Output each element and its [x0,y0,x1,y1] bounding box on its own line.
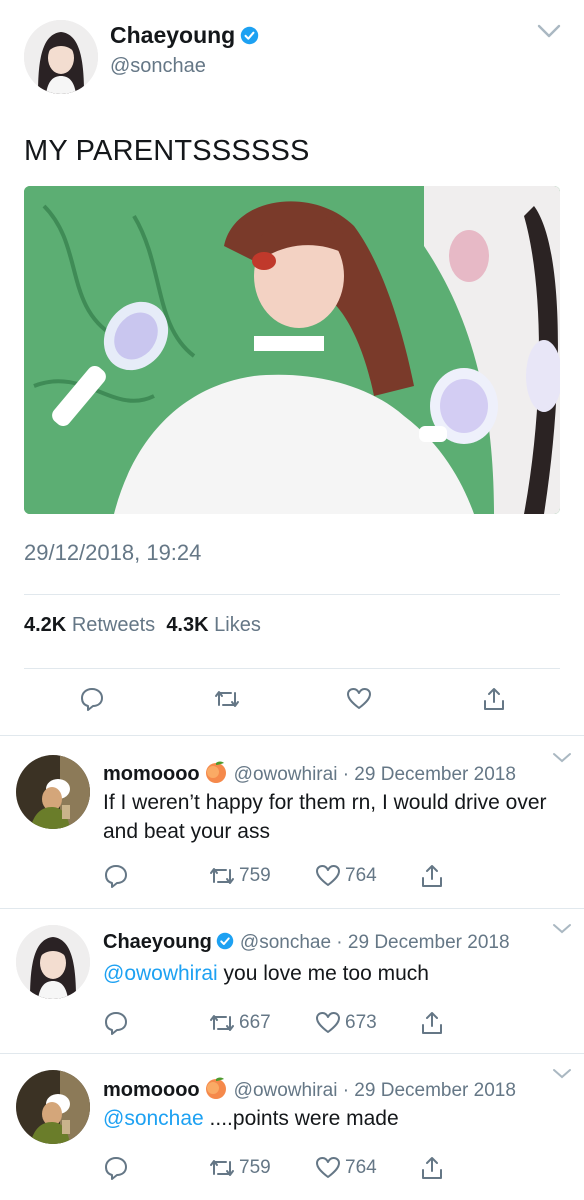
retweet-button[interactable]: 667 [209,1009,271,1037]
mention-link[interactable]: @sonchae [103,1107,204,1130]
like-button[interactable]: 764 [315,1154,377,1182]
like-heart-icon[interactable] [346,686,372,712]
chevron-down-icon[interactable] [552,752,572,764]
share-icon[interactable] [419,1155,445,1181]
chevron-down-icon[interactable] [552,923,572,935]
reply-actions: 759 764 [103,862,563,890]
share-icon[interactable] [419,1010,445,1036]
reply-button[interactable] [103,1154,129,1182]
peach-emoji-icon [205,761,226,783]
retweets-count[interactable]: 4.2K [24,614,66,636]
like-button[interactable]: 673 [315,1009,377,1037]
reply-text: @owowhirai you love me too much [103,959,563,988]
tweet-actions [0,686,584,720]
tweet-text: MY PARENTSSSSSS [24,135,310,167]
reply-icon[interactable] [103,863,129,889]
retweet-icon[interactable] [209,1010,235,1036]
reply-author-name[interactable]: Chaeyoung [103,931,212,953]
reply-icon[interactable] [103,1155,129,1181]
mention-link[interactable]: @owowhirai [103,962,218,985]
verified-badge-icon [241,26,259,45]
likes-label[interactable]: Likes [214,614,261,636]
like-heart-icon[interactable] [315,1010,341,1036]
retweet-button[interactable]: 759 [209,1154,271,1182]
reply-header: momoooo @owowhirai · 29 December 2018 [103,1076,516,1102]
author-name[interactable]: Chaeyoung [110,22,259,49]
retweet-icon[interactable] [214,686,240,712]
reply-tweet[interactable]: Chaeyoung @sonchae · 29 December 2018 @ow… [0,909,584,1053]
reply-button[interactable] [103,862,129,890]
tweet-media-image[interactable] [24,186,560,514]
likes-count[interactable]: 4.3K [166,614,208,636]
share-icon[interactable] [419,863,445,889]
retweet-count: 667 [239,1012,271,1033]
retweet-button[interactable]: 759 [209,862,271,890]
tweet-stats: 4.2K Retweets 4.3K Likes [24,614,261,637]
retweet-icon[interactable] [209,863,235,889]
avatar[interactable] [16,1070,90,1144]
like-heart-icon[interactable] [315,1155,341,1181]
divider [24,668,560,669]
reply-actions: 759 764 [103,1154,563,1182]
chevron-down-icon[interactable] [552,1068,572,1080]
author-name-text[interactable]: Chaeyoung [110,22,235,48]
reply-header: momoooo @owowhirai · 29 December 2018 [103,760,516,786]
like-count: 764 [345,1157,377,1178]
retweet-icon[interactable] [209,1155,235,1181]
reply-icon[interactable] [103,1010,129,1036]
retweet-count: 759 [239,1157,271,1178]
verified-badge-icon [216,932,234,950]
main-tweet: Chaeyoung @sonchae MY PARENTSSSSSS 29/12… [0,0,584,735]
reply-text: If I weren’t happy for them rn, I would … [103,788,563,846]
peach-emoji-icon [205,1077,226,1099]
reply-text-body: If I weren’t happy for them rn, I would … [103,791,547,843]
reply-button[interactable] [103,1009,129,1037]
tweet-timestamp[interactable]: 29/12/2018, 19:24 [24,540,201,566]
reply-actions: 667 673 [103,1009,563,1037]
retweet-count: 759 [239,865,271,886]
like-count: 673 [345,1012,377,1033]
reply-text: @sonchae ....points were made [103,1104,563,1133]
reply-meta[interactable]: @owowhirai · 29 December 2018 [234,764,516,785]
like-count: 764 [345,865,377,886]
like-heart-icon[interactable] [315,863,341,889]
author-handle[interactable]: @sonchae [110,55,206,78]
share-button[interactable] [419,1009,445,1037]
reply-header: Chaeyoung @sonchae · 29 December 2018 [103,931,510,954]
avatar[interactable] [24,20,98,94]
avatar[interactable] [16,925,90,999]
reply-meta[interactable]: @sonchae · 29 December 2018 [240,932,510,953]
reply-author-name[interactable]: momoooo [103,763,200,785]
reply-text-body: ....points were made [203,1107,399,1130]
reply-meta[interactable]: @owowhirai · 29 December 2018 [234,1080,516,1101]
divider [24,594,560,595]
reply-author-name[interactable]: momoooo [103,1079,200,1101]
retweets-label[interactable]: Retweets [72,614,155,636]
reply-text-body: you love me too much [217,962,429,985]
avatar[interactable] [16,755,90,829]
chevron-down-icon[interactable] [536,22,562,40]
reply-icon[interactable] [79,686,105,712]
reply-tweet[interactable]: momoooo @owowhirai · 29 December 2018 @so… [0,1054,584,1200]
share-button[interactable] [419,1154,445,1182]
share-button[interactable] [419,862,445,890]
reply-tweet[interactable]: momoooo @owowhirai · 29 December 2018 If … [0,736,584,908]
like-button[interactable]: 764 [315,862,377,890]
share-icon[interactable] [481,686,507,712]
